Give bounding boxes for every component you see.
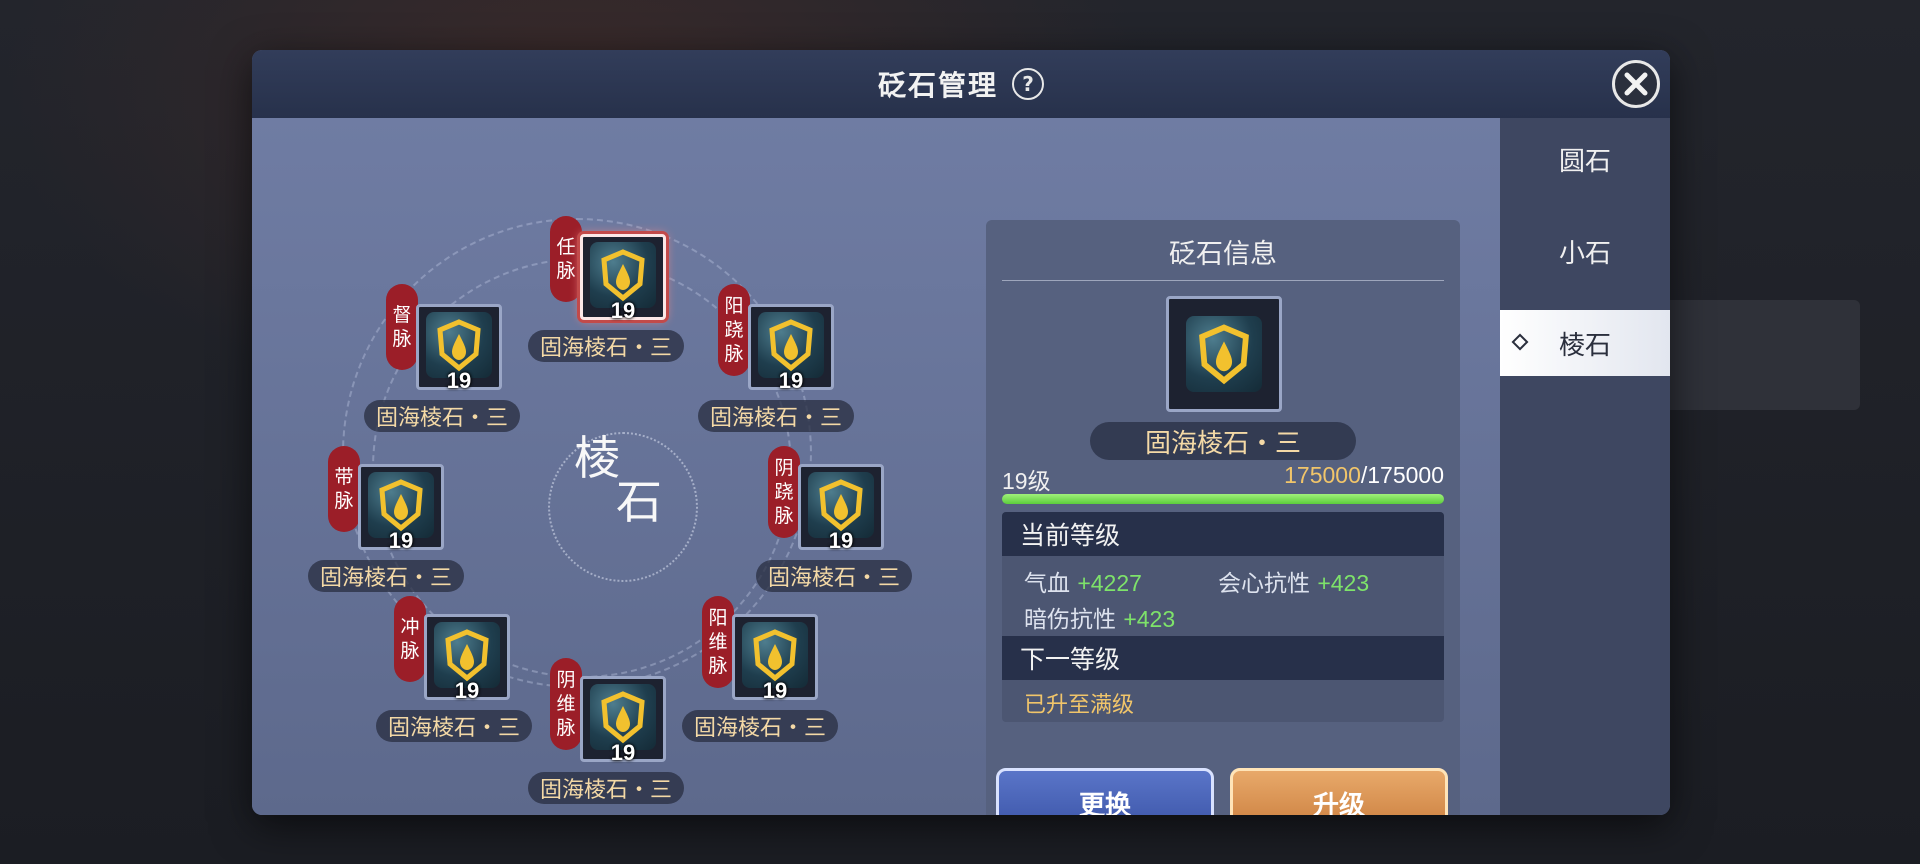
gem-name-label: 固海棱石・三 <box>528 772 685 804</box>
exp-current: 175000 <box>1284 462 1361 488</box>
whetstone-management-dialog: 砭石管理 ? 棱 石 任 脉 19 固海棱石・三 督 脉 19 固海棱石・三 阳… <box>252 50 1670 815</box>
meridian-tag-yangqiao: 阳 跷 脉 <box>718 284 750 376</box>
gem-name-label: 固海棱石・三 <box>376 710 533 742</box>
tab-edge-stone[interactable]: 棱石 <box>1500 310 1670 376</box>
background-panel <box>1660 300 1860 410</box>
close-button[interactable] <box>1612 60 1660 108</box>
exp-progress-fill <box>1002 494 1444 504</box>
category-tabs: 圆石 小石 棱石 <box>1500 118 1670 815</box>
gem-name-label: 固海棱石・三 <box>308 560 465 592</box>
meridian-tag-yangwei: 阳 维 脉 <box>702 596 734 688</box>
gem-name-label: 固海棱石・三 <box>756 560 913 592</box>
tab-round-stone[interactable]: 圆石 <box>1500 126 1670 192</box>
gem-level: 19 <box>762 678 788 703</box>
gem-slot-du[interactable]: 19 <box>416 304 502 393</box>
gem-level: 19 <box>778 368 804 393</box>
gem-slot-ren[interactable]: 19 <box>580 234 666 323</box>
stat-crit-resist: 会心抗性 +423 <box>1218 570 1370 597</box>
info-level: 19级 <box>1002 468 1051 494</box>
stat-box: 当前等级 气血 +4227 会心抗性 +423 暗伤抗性 +423 下一等级 已… <box>1002 512 1444 722</box>
replace-button[interactable]: 更换 <box>996 768 1214 815</box>
whetstone-info-panel: 砭石信息 固海棱石・三 19级 175000/175000 当前等级 气血 +4… <box>986 220 1460 815</box>
gem-icon <box>1186 316 1262 392</box>
gem-name-label: 固海棱石・三 <box>698 400 855 432</box>
gem-name-label: 固海棱石・三 <box>682 710 839 742</box>
info-divider <box>1002 280 1444 281</box>
info-title: 砭石信息 <box>1169 239 1277 270</box>
exp-progress-bar <box>1002 494 1444 504</box>
meridian-tag-chong: 冲 脉 <box>394 596 426 682</box>
info-gem-frame <box>1166 296 1282 412</box>
max-level-note: 已升至满级 <box>1024 693 1135 718</box>
info-gem-name: 固海棱石・三 <box>1090 422 1356 460</box>
gem-name-label: 固海棱石・三 <box>364 400 521 432</box>
dialog-titlebar: 砭石管理 ? <box>252 50 1670 118</box>
close-icon <box>1624 72 1648 96</box>
tab-small-stone[interactable]: 小石 <box>1500 218 1670 284</box>
gem-slot-yinwei[interactable]: 19 <box>580 676 666 765</box>
upgrade-button[interactable]: 升级 <box>1230 768 1448 815</box>
center-label-char-2: 石 <box>616 475 662 529</box>
gem-level: 19 <box>454 678 480 703</box>
gem-level: 19 <box>446 368 472 393</box>
meridian-tag-dai: 带 脉 <box>328 446 360 532</box>
meridian-tag-yinqiao: 阴 跷 脉 <box>768 446 800 538</box>
meridian-tag-du: 督 脉 <box>386 284 418 370</box>
gem-name-label: 固海棱石・三 <box>528 330 685 362</box>
info-exp: 175000/175000 <box>1284 462 1444 489</box>
gem-slot-yangwei[interactable]: 19 <box>732 614 818 703</box>
slot-area: 棱 石 任 脉 19 固海棱石・三 督 脉 19 固海棱石・三 阳 跷 脉 19… <box>252 118 1500 815</box>
exp-total: /175000 <box>1360 462 1444 488</box>
gem-slot-chong[interactable]: 19 <box>424 614 510 703</box>
meridian-tag-ren: 任 脉 <box>550 216 582 302</box>
center-label-char-1: 棱 <box>574 431 620 485</box>
gem-level: 19 <box>610 740 636 765</box>
meridian-tag-yinwei: 阴 维 脉 <box>550 658 582 750</box>
stat-hp: 气血 +4227 <box>1024 570 1142 597</box>
current-level-header: 当前等级 <box>1002 512 1444 556</box>
dialog-title: 砭石管理 <box>877 69 998 102</box>
help-icon[interactable]: ? <box>1012 68 1044 100</box>
gem-slot-yinqiao[interactable]: 19 <box>798 464 884 553</box>
stat-hidden-injury-resist: 暗伤抗性 +423 <box>1024 606 1176 633</box>
gem-level: 19 <box>388 528 414 553</box>
next-level-header: 下一等级 <box>1002 636 1444 680</box>
gem-level: 19 <box>610 298 636 323</box>
gem-slot-dai[interactable]: 19 <box>358 464 444 553</box>
selected-marker-icon <box>1511 333 1529 351</box>
gem-slot-yangqiao[interactable]: 19 <box>748 304 834 393</box>
gem-level: 19 <box>828 528 854 553</box>
